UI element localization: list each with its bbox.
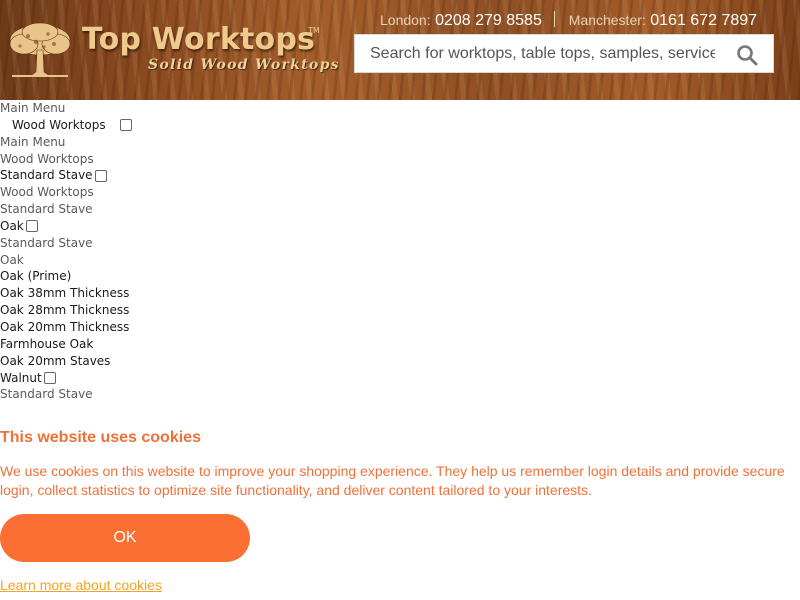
submenu-heading: Wood Worktops: [0, 185, 94, 200]
menu-item-walnut[interactable]: Walnut: [0, 370, 800, 387]
brand-logo[interactable]: Top Worktops TM Solid Wood Worktops: [6, 22, 339, 78]
manchester-phone-link[interactable]: 0161 672 7897: [650, 12, 757, 29]
menu-item-oak[interactable]: Oak: [0, 218, 800, 235]
cookie-message: We use cookies on this website to improv…: [0, 463, 785, 498]
submenu-toggle-checkbox[interactable]: [94, 169, 107, 182]
submenu-heading: Oak: [0, 252, 24, 267]
cookie-title: This website uses cookies: [0, 429, 201, 446]
contact-numbers: London: 0208 279 8585 Manchester: 0161 6…: [380, 11, 780, 31]
london-label: London:: [380, 12, 431, 28]
learn-more-cookies-link[interactable]: Learn more about cookies: [0, 577, 162, 593]
london-phone-link[interactable]: 0208 279 8585: [435, 12, 542, 29]
brand-name: Top Worktops: [82, 22, 316, 57]
menu-heading: Main Menu: [0, 134, 66, 149]
submenu-toggle-checkbox[interactable]: [43, 371, 56, 384]
menu-heading: Main Menu: [0, 101, 66, 115]
menu-item-oak-38mm[interactable]: Oak 38mm Thickness: [0, 285, 800, 302]
cookie-ok-button[interactable]: OK: [0, 514, 250, 562]
main-menu: Main Menu Wood Worktops Main Menu Wood W…: [0, 100, 800, 403]
menu-item-oak-28mm[interactable]: Oak 28mm Thickness: [0, 302, 800, 319]
trademark-mark: TM: [308, 26, 320, 35]
menu-item-wood-worktops[interactable]: Wood Worktops: [0, 117, 800, 134]
brand-tagline: Solid Wood Worktops: [148, 57, 340, 73]
site-header: Top Worktops TM Solid Wood Worktops Lond…: [0, 0, 800, 100]
submenu-toggle-checkbox[interactable]: [119, 119, 132, 132]
submenu-heading: Standard Stave: [0, 202, 93, 217]
menu-item-oak-20mm[interactable]: Oak 20mm Thickness: [0, 319, 800, 336]
menu-item-standard-stave[interactable]: Standard Stave: [0, 167, 800, 184]
submenu-heading: Standard Stave: [0, 387, 93, 402]
menu-item-oak-20mm-staves[interactable]: Oak 20mm Staves: [0, 353, 800, 370]
cookie-banner: This website uses cookies We use cookies…: [0, 420, 800, 600]
manchester-label: Manchester:: [568, 12, 646, 28]
search-input[interactable]: [355, 35, 715, 72]
menu-item-farmhouse-oak[interactable]: Farmhouse Oak: [0, 336, 800, 353]
search-icon[interactable]: [735, 43, 759, 67]
submenu-heading: Wood Worktops: [0, 151, 94, 166]
menu-item-oak-prime[interactable]: Oak (Prime): [0, 268, 800, 285]
search-bar: [354, 34, 774, 73]
phone-divider: [554, 11, 556, 27]
submenu-heading: Standard Stave: [0, 235, 93, 250]
submenu-toggle-checkbox[interactable]: [25, 220, 38, 233]
oak-tree-logo-icon: [9, 22, 71, 77]
